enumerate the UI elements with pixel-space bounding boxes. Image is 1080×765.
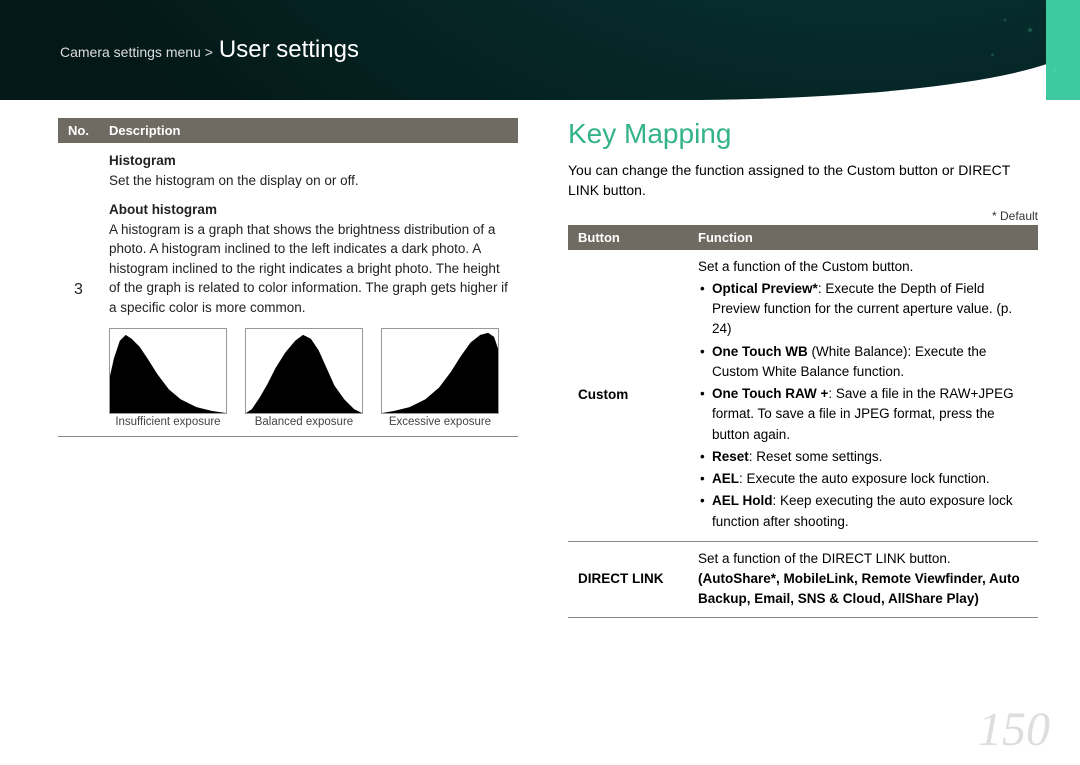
histogram-image-excessive — [381, 328, 499, 414]
page-title: User settings — [219, 36, 359, 64]
hist-caption-1: Insufficient exposure — [109, 414, 227, 431]
accent-bar — [1046, 0, 1080, 100]
hist-example-3: Excessive exposure — [381, 328, 499, 431]
key-mapping-table: Button Function Custom Set a function of… — [568, 225, 1038, 618]
page-header: Camera settings menu > User settings — [0, 0, 1080, 100]
page-number: 150 — [978, 702, 1050, 757]
col-no: No. — [58, 118, 99, 143]
col-function: Function — [688, 225, 1038, 250]
opt-ael: AEL: Execute the auto exposure lock func… — [698, 469, 1028, 489]
histogram-examples: Insufficient exposure Balanced exposure — [109, 328, 508, 431]
histogram-text: Set the histogram on the display on or o… — [109, 171, 508, 191]
histogram-image-insufficient — [109, 328, 227, 414]
hist-example-2: Balanced exposure — [245, 328, 363, 431]
custom-options: Optical Preview*: Execute the Depth of F… — [698, 279, 1028, 532]
histogram-title: Histogram — [109, 151, 508, 171]
opt-optical-preview: Optical Preview*: Execute the Depth of F… — [698, 279, 1028, 340]
row-description: Histogram Set the histogram on the displ… — [99, 143, 518, 437]
breadcrumb-path: Camera settings menu > — [60, 44, 213, 60]
function-direct-link: Set a function of the DIRECT LINK button… — [688, 541, 1038, 617]
opt-reset: Reset: Reset some settings. — [698, 447, 1028, 467]
left-column: No. Description 3 Histogram Set the hist… — [58, 118, 518, 618]
default-note: * Default — [568, 209, 1038, 223]
opt-one-touch-raw: One Touch RAW +: Save a file in the RAW+… — [698, 384, 1028, 445]
section-heading: Key Mapping — [568, 118, 1038, 150]
about-histogram-title: About histogram — [109, 200, 508, 220]
opt-ael-hold: AEL Hold: Keep executing the auto exposu… — [698, 491, 1028, 532]
col-button: Button — [568, 225, 688, 250]
histogram-image-balanced — [245, 328, 363, 414]
breadcrumb: Camera settings menu > User settings — [60, 36, 359, 64]
button-name-custom: Custom — [568, 250, 688, 542]
hist-caption-2: Balanced exposure — [245, 414, 363, 431]
right-column: Key Mapping You can change the function … — [568, 118, 1038, 618]
description-table: No. Description 3 Histogram Set the hist… — [58, 118, 518, 437]
directlink-lead: Set a function of the DIRECT LINK button… — [698, 549, 1028, 569]
custom-lead: Set a function of the Custom button. — [698, 257, 1028, 277]
button-name-direct-link: DIRECT LINK — [568, 541, 688, 617]
about-histogram-text: A histogram is a graph that shows the br… — [109, 220, 508, 318]
row-direct-link: DIRECT LINK Set a function of the DIRECT… — [568, 541, 1038, 617]
directlink-options: (AutoShare*, MobileLink, Remote Viewfind… — [698, 569, 1028, 610]
opt-one-touch-wb: One Touch WB (White Balance): Execute th… — [698, 342, 1028, 383]
hist-caption-3: Excessive exposure — [381, 414, 499, 431]
col-description: Description — [99, 118, 518, 143]
section-intro: You can change the function assigned to … — [568, 160, 1038, 201]
row-custom: Custom Set a function of the Custom butt… — [568, 250, 1038, 542]
row-number: 3 — [58, 143, 99, 437]
function-custom: Set a function of the Custom button. Opt… — [688, 250, 1038, 542]
hist-example-1: Insufficient exposure — [109, 328, 227, 431]
